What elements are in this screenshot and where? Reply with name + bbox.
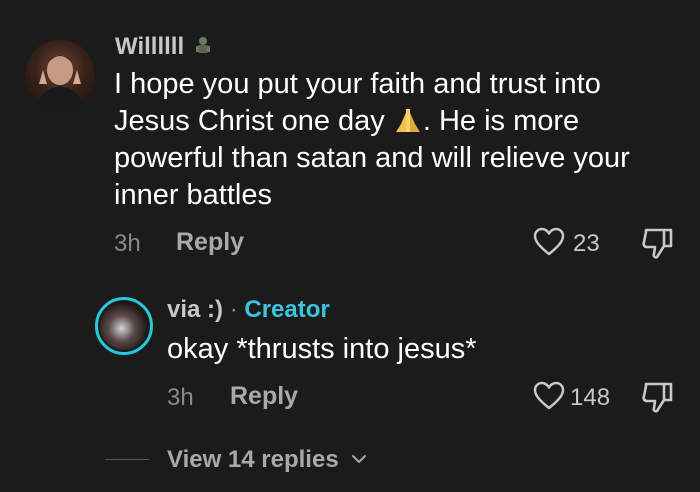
view-replies-label[interactable]: View 14 replies <box>167 446 339 473</box>
comment-username[interactable]: Willllll <box>115 33 211 61</box>
praying-hands-icon <box>393 106 423 134</box>
heart-icon[interactable] <box>533 227 565 262</box>
dislike-icon[interactable] <box>640 226 676 265</box>
reply-timestamp: 3h <box>167 384 194 411</box>
reply-button[interactable]: Reply <box>230 382 298 411</box>
avatar-photo <box>100 302 148 350</box>
username-text[interactable]: Willllll <box>115 33 184 60</box>
reply-username-row: via :) · Creator <box>167 296 330 324</box>
avatar[interactable] <box>25 40 95 110</box>
heart-icon[interactable] <box>533 381 565 416</box>
comment-timestamp: 3h <box>114 230 141 257</box>
badge-icon <box>195 35 211 55</box>
comment-body: I hope you put your faith and trust into… <box>114 66 684 214</box>
reply-body: okay *thrusts into jesus* <box>167 333 477 365</box>
separator-dot: · <box>229 296 238 323</box>
like-count: 148 <box>570 384 611 411</box>
divider <box>105 459 149 460</box>
avatar-photo <box>37 55 83 110</box>
creator-avatar[interactable] <box>95 297 153 355</box>
reply-username[interactable]: via :) <box>167 296 223 323</box>
view-replies-button[interactable]: View 14 replies <box>167 444 367 474</box>
chevron-down-icon <box>351 444 367 463</box>
like-count: 23 <box>573 230 600 257</box>
creator-badge: Creator <box>244 296 330 323</box>
dislike-icon[interactable] <box>640 380 676 419</box>
reply-button[interactable]: Reply <box>176 228 244 257</box>
